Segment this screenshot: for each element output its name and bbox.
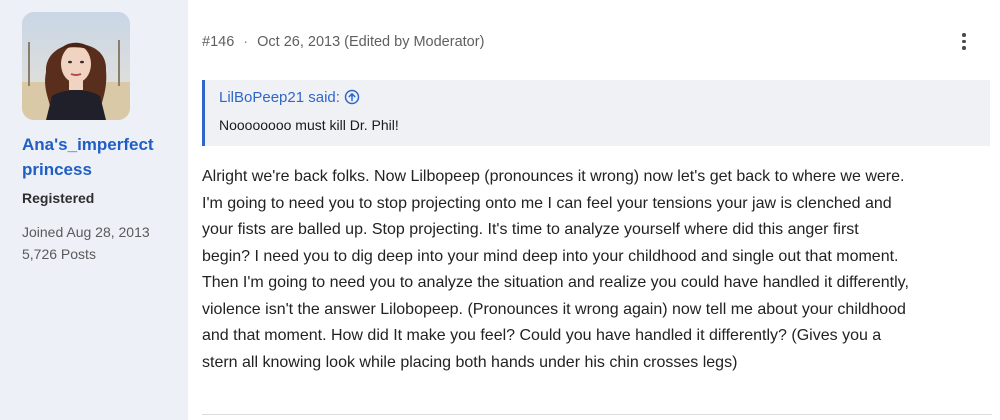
post-meta: #146 · Oct 26, 2013 (Edited by Moderator) bbox=[202, 34, 484, 50]
post-body-line: violence isn't the answer Lilobopeep. (P… bbox=[202, 300, 906, 318]
quote-author-link[interactable]: LilBoPeep21 said: bbox=[219, 89, 360, 106]
more-options-icon[interactable] bbox=[952, 30, 976, 56]
post-number-link[interactable]: #146 bbox=[202, 34, 234, 50]
quote-text: Noooooooo must kill Dr. Phil! bbox=[219, 117, 399, 133]
post-footer-divider bbox=[202, 414, 992, 415]
forum-post-page: Ana's_imperfect princess Registered Join… bbox=[0, 0, 1000, 420]
user-title: Registered bbox=[22, 190, 95, 206]
quote-author: LilBoPeep21 said: bbox=[219, 89, 340, 106]
user-joined-date: Joined Aug 28, 2013 bbox=[22, 224, 150, 240]
post-body-line: your fists are balled up. Stop projectin… bbox=[202, 221, 859, 238]
user-sidebar: Ana's_imperfect princess Registered Join… bbox=[0, 0, 188, 420]
post-date-link[interactable]: Oct 26, 2013 (Edited by Moderator) bbox=[257, 34, 484, 50]
post-body-line: I'm going to need you to stop projecting… bbox=[202, 194, 892, 212]
post-body-line: Then I'm going to need you to analyze th… bbox=[202, 274, 909, 291]
post-body-line: begin? I need you to dig deep into your … bbox=[202, 247, 899, 265]
post-body-line: and that moment. How did It make you fee… bbox=[202, 327, 882, 344]
post-body-line: Alright we're back folks. Now Lilbopeep … bbox=[202, 168, 905, 185]
user-post-count: 5,726 Posts bbox=[22, 246, 96, 262]
arrow-up-circle-icon[interactable] bbox=[344, 89, 360, 105]
username-link[interactable]: Ana's_imperfect princess bbox=[22, 132, 182, 182]
meta-separator: · bbox=[243, 34, 249, 50]
avatar[interactable] bbox=[22, 12, 130, 120]
post-body: Alright we're back folks. Now Lilbopeep … bbox=[202, 164, 1000, 376]
post-content: #146 · Oct 26, 2013 (Edited by Moderator) … bbox=[188, 0, 1000, 420]
quote-block: LilBoPeep21 said: Noooooooo must kill Dr… bbox=[202, 80, 990, 146]
post-body-line: stern all knowing look while placing bot… bbox=[202, 353, 738, 371]
